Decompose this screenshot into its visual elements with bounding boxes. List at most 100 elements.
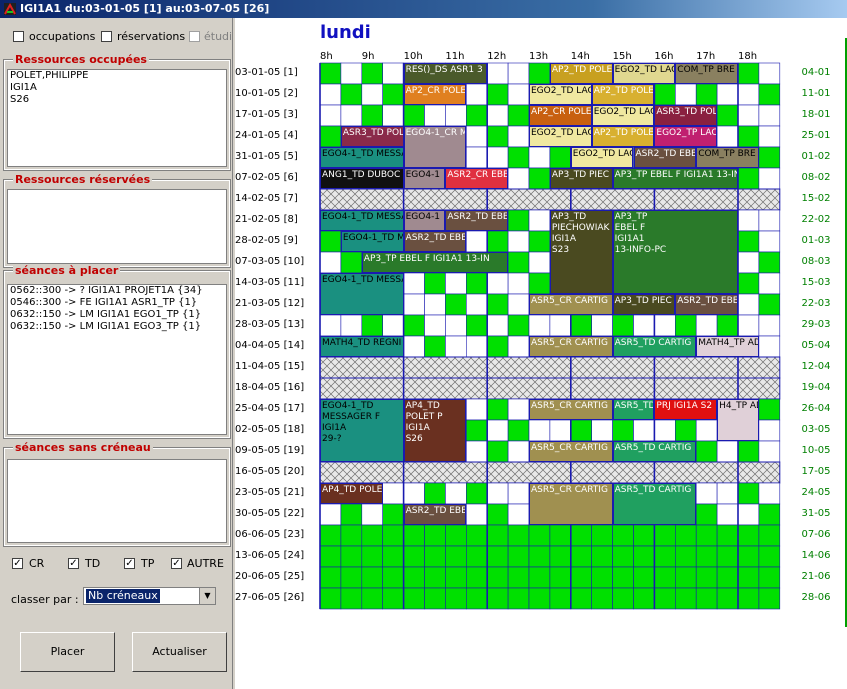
session-block[interactable]: MATH4_TD REGNI [320, 336, 404, 357]
empty-slot[interactable] [716, 83, 739, 106]
free-slot[interactable] [486, 503, 509, 526]
free-slot[interactable] [612, 419, 634, 442]
free-slot[interactable] [466, 272, 488, 295]
session-block[interactable]: ASR5_CR CARTIG [529, 399, 613, 420]
list-item[interactable]: POLET,PHILIPPE [8, 70, 226, 82]
empty-slot[interactable] [633, 314, 655, 337]
empty-slot[interactable] [528, 146, 551, 169]
free-slot[interactable] [445, 545, 467, 568]
empty-slot[interactable] [528, 209, 551, 232]
free-slot[interactable] [466, 587, 488, 610]
free-slot[interactable] [674, 419, 697, 442]
reservations-checkbox[interactable] [101, 31, 112, 42]
empty-slot[interactable] [424, 104, 446, 127]
empty-slot[interactable] [695, 482, 718, 505]
empty-slot[interactable] [737, 293, 760, 316]
chevron-down-icon[interactable]: ▼ [199, 588, 215, 604]
free-slot[interactable] [654, 524, 676, 547]
empty-slot[interactable] [716, 440, 739, 463]
free-slot[interactable] [674, 524, 697, 547]
list-item[interactable]: 0632::150 -> LM IGI1A1 EGO3_TP {1} [8, 321, 226, 333]
free-slot[interactable] [528, 524, 551, 547]
free-slot[interactable] [612, 566, 634, 589]
empty-slot[interactable] [486, 146, 509, 169]
free-slot[interactable] [695, 503, 718, 526]
free-slot[interactable] [654, 545, 676, 568]
empty-slot[interactable] [403, 335, 425, 358]
free-slot[interactable] [445, 566, 467, 589]
free-slot[interactable] [570, 419, 592, 442]
free-slot[interactable] [486, 83, 509, 106]
free-slot[interactable] [403, 314, 425, 337]
free-slot[interactable] [737, 482, 760, 505]
free-slot[interactable] [361, 314, 384, 337]
free-slot[interactable] [737, 125, 760, 148]
empty-slot[interactable] [466, 335, 488, 358]
session-block[interactable]: EGO4-1_TD MESSA [320, 147, 404, 168]
free-slot[interactable] [424, 272, 446, 295]
session-block[interactable]: EGO2_TD LAC [529, 126, 592, 147]
free-slot[interactable] [758, 566, 781, 589]
free-slot[interactable] [758, 503, 781, 526]
session-block[interactable]: ASR5_CR CARTIG [529, 336, 613, 357]
free-slot[interactable] [361, 62, 384, 85]
free-slot[interactable] [570, 314, 592, 337]
empty-slot[interactable] [591, 419, 613, 442]
empty-slot[interactable] [737, 251, 760, 274]
empty-slot[interactable] [737, 314, 760, 337]
free-slot[interactable] [570, 587, 592, 610]
free-slot[interactable] [466, 104, 488, 127]
empty-slot[interactable] [319, 314, 342, 337]
free-slot[interactable] [445, 293, 467, 316]
free-slot[interactable] [549, 545, 572, 568]
session-block[interactable]: EGO2_TD LAC [529, 84, 592, 105]
free-slot[interactable] [466, 566, 488, 589]
free-slot[interactable] [716, 566, 739, 589]
sessions-without-slot-list[interactable] [7, 459, 227, 543]
empty-slot[interactable] [528, 419, 551, 442]
free-slot[interactable] [549, 524, 572, 547]
type-tp-checkbox[interactable]: ✓ [124, 558, 135, 569]
free-slot[interactable] [486, 335, 509, 358]
free-slot[interactable] [528, 587, 551, 610]
empty-slot[interactable] [361, 83, 384, 106]
empty-slot[interactable] [361, 503, 384, 526]
etudiants-checkbox[interactable] [189, 31, 200, 42]
empty-slot[interactable] [319, 503, 342, 526]
free-slot[interactable] [528, 230, 551, 253]
reserved-resources-list[interactable] [7, 189, 227, 264]
empty-slot[interactable] [737, 503, 760, 526]
session-block[interactable]: AP2_CR POLE [529, 105, 592, 126]
free-slot[interactable] [319, 62, 342, 85]
session-block[interactable]: ASR2_CR EBE [445, 168, 509, 189]
empty-slot[interactable] [507, 230, 530, 253]
empty-slot[interactable] [737, 104, 760, 127]
type-td-checkbox[interactable]: ✓ [68, 558, 79, 569]
free-slot[interactable] [737, 62, 760, 85]
empty-slot[interactable] [382, 62, 404, 85]
free-slot[interactable] [612, 587, 634, 610]
empty-slot[interactable] [758, 104, 781, 127]
empty-slot[interactable] [758, 440, 781, 463]
session-block[interactable]: ASR5_TD CARTIG [612, 336, 697, 357]
free-slot[interactable] [466, 314, 488, 337]
free-slot[interactable] [466, 482, 488, 505]
empty-slot[interactable] [466, 230, 488, 253]
free-slot[interactable] [486, 125, 509, 148]
empty-slot[interactable] [382, 314, 404, 337]
empty-slot[interactable] [695, 419, 718, 442]
empty-slot[interactable] [507, 398, 530, 421]
session-block[interactable]: ANG1_TD DUBOC [320, 168, 404, 189]
free-slot[interactable] [528, 62, 551, 85]
empty-slot[interactable] [507, 83, 530, 106]
free-slot[interactable] [445, 524, 467, 547]
free-slot[interactable] [737, 440, 760, 463]
free-slot[interactable] [507, 314, 530, 337]
empty-slot[interactable] [507, 482, 530, 505]
session-block[interactable]: EGO4-1_TD M [340, 231, 404, 252]
free-slot[interactable] [758, 251, 781, 274]
free-slot[interactable] [424, 545, 446, 568]
free-slot[interactable] [528, 272, 551, 295]
free-slot[interactable] [570, 566, 592, 589]
session-block[interactable]: AP3_TD PIEC [612, 294, 676, 315]
